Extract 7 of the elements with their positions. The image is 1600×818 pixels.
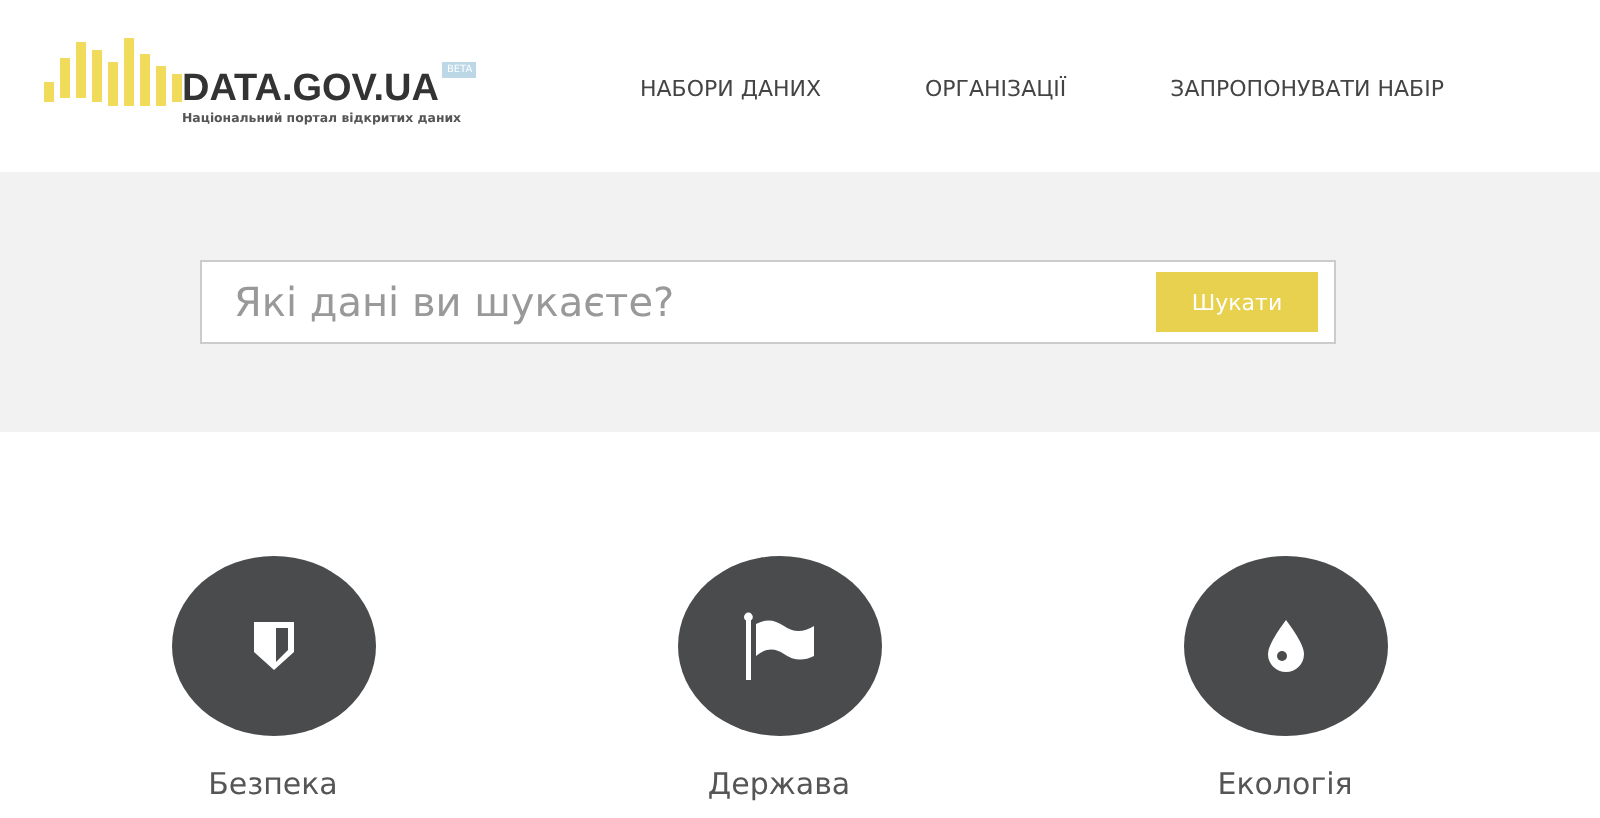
logo-title: DATA.GOV.UA xyxy=(182,68,439,112)
nav-link[interactable]: ОРГАНІЗАЦІЇ xyxy=(925,76,1067,102)
category-label: Безпека xyxy=(208,766,338,802)
nav-link[interactable]: ЗАПРОПОНУВАТИ НАБІР xyxy=(1170,76,1444,102)
category-label: Екологія xyxy=(1217,766,1353,802)
nav-link[interactable]: НАБОРИ ДАНИХ xyxy=(640,76,822,102)
category-label: Держава xyxy=(707,766,851,802)
